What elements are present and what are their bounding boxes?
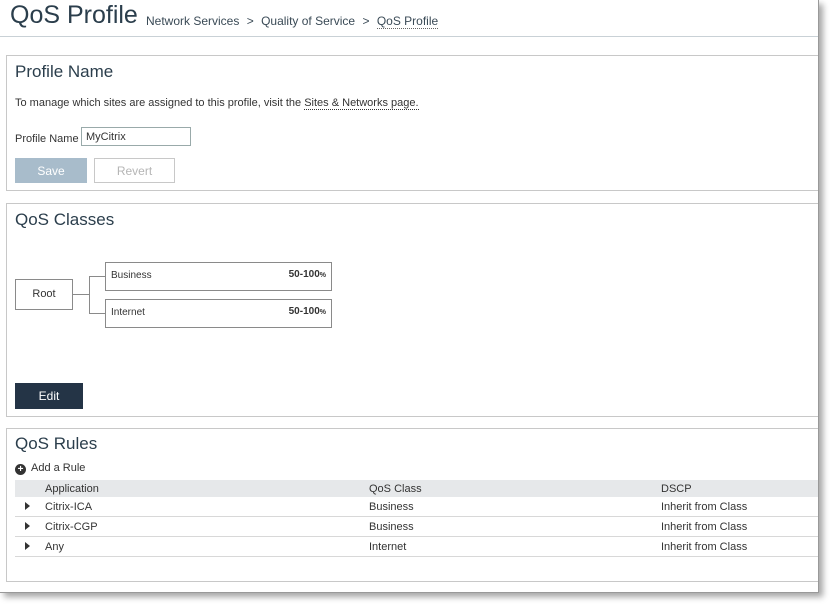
class-name: Business bbox=[111, 270, 152, 281]
profile-name-label: Profile Name bbox=[15, 133, 79, 145]
tree-connector bbox=[89, 313, 105, 314]
cell-application: Citrix-ICA bbox=[45, 497, 369, 517]
sites-networks-link[interactable]: Sites & Networks page. bbox=[304, 97, 419, 110]
revert-button[interactable]: Revert bbox=[94, 158, 175, 183]
breadcrumb-network-services[interactable]: Network Services bbox=[146, 14, 239, 28]
table-row[interactable]: Citrix-CGP Business Inherit from Class bbox=[15, 516, 818, 537]
class-bandwidth: 50-100% bbox=[288, 269, 326, 280]
tree-connector bbox=[89, 276, 90, 313]
breadcrumb-separator: > bbox=[246, 14, 254, 28]
save-button[interactable]: Save bbox=[15, 158, 87, 183]
table-header-row: Application QoS Class DSCP bbox=[15, 480, 818, 497]
cell-qos-class: Internet bbox=[369, 536, 661, 557]
expand-arrow-icon[interactable] bbox=[25, 501, 30, 510]
cell-dscp: Inherit from Class bbox=[661, 536, 818, 557]
breadcrumb-quality-of-service[interactable]: Quality of Service bbox=[261, 14, 355, 28]
column-header-application[interactable]: Application bbox=[45, 480, 369, 497]
tree-connector bbox=[89, 276, 105, 277]
cell-dscp: Inherit from Class bbox=[661, 497, 818, 517]
rules-table: Application QoS Class DSCP Citrix-ICA Bu… bbox=[15, 480, 818, 557]
class-name: Internet bbox=[111, 307, 145, 318]
page-title: QoS Profile bbox=[10, 1, 138, 29]
breadcrumb-qos-profile: QoS Profile bbox=[376, 14, 439, 29]
class-node-internet[interactable]: Internet 50-100% bbox=[105, 299, 332, 328]
column-header-dscp[interactable]: DSCP bbox=[661, 480, 818, 497]
table-row[interactable]: Any Internet Inherit from Class bbox=[15, 536, 818, 557]
expand-arrow-icon[interactable] bbox=[25, 521, 30, 530]
breadcrumb-separator: > bbox=[362, 14, 370, 28]
cell-application: Any bbox=[45, 536, 369, 557]
cell-application: Citrix-CGP bbox=[45, 516, 369, 537]
info-text: To manage which sites are assigned to th… bbox=[15, 97, 419, 110]
column-header-qos-class[interactable]: QoS Class bbox=[369, 480, 661, 497]
cell-qos-class: Business bbox=[369, 516, 661, 537]
class-node-business[interactable]: Business 50-100% bbox=[105, 262, 332, 291]
edit-button[interactable]: Edit bbox=[15, 383, 83, 409]
page-frame: QoS Profile Network Services > Quality o… bbox=[0, 0, 819, 593]
cell-qos-class: Business bbox=[369, 497, 661, 517]
root-class-node[interactable]: Root bbox=[15, 279, 73, 310]
table-row[interactable]: Citrix-ICA Business Inherit from Class bbox=[15, 497, 818, 517]
add-rule-button[interactable]: + Add a Rule bbox=[15, 462, 85, 475]
panel-title: Profile Name bbox=[15, 62, 114, 81]
qos-classes-panel: QoS Classes Root Business 50-100% Intern… bbox=[6, 203, 818, 417]
profile-name-input[interactable] bbox=[81, 127, 191, 146]
panel-title: QoS Classes bbox=[15, 210, 115, 229]
expand-arrow-icon[interactable] bbox=[25, 541, 30, 550]
add-circle-icon: + bbox=[15, 464, 26, 475]
expand-column-header bbox=[15, 480, 45, 497]
qos-rules-panel: QoS Rules + Add a Rule Application QoS Cl… bbox=[6, 428, 818, 582]
class-bandwidth: 50-100% bbox=[288, 306, 326, 317]
breadcrumb: Network Services > Quality of Service > … bbox=[146, 14, 442, 29]
cell-dscp: Inherit from Class bbox=[661, 516, 818, 537]
panel-title: QoS Rules bbox=[15, 434, 98, 453]
tree-connector bbox=[73, 294, 89, 295]
info-text-body: To manage which sites are assigned to th… bbox=[15, 97, 302, 109]
profile-name-panel: Profile Name To manage which sites are a… bbox=[6, 55, 818, 191]
add-rule-label: Add a Rule bbox=[31, 462, 86, 474]
page-header: QoS Profile Network Services > Quality o… bbox=[0, 0, 818, 37]
